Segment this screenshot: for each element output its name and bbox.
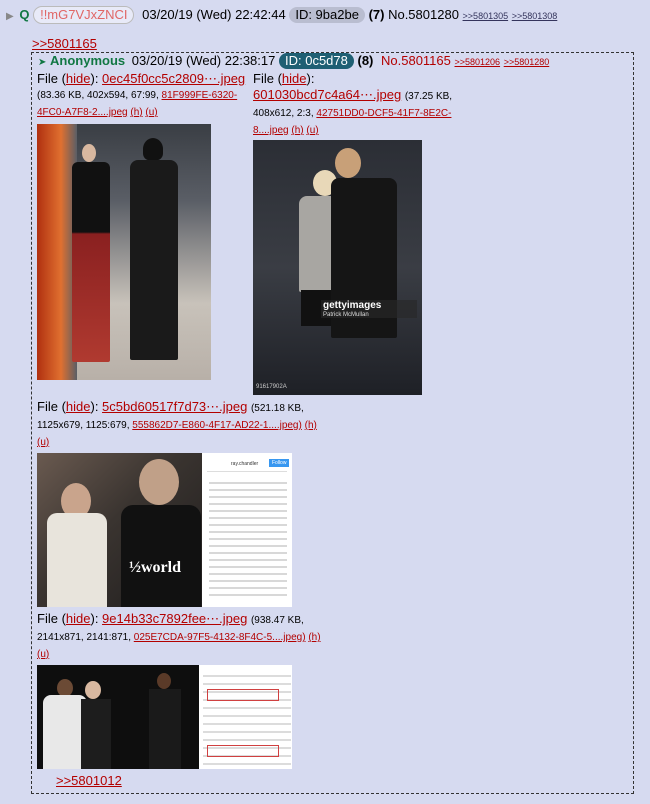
thumbnail-image-2[interactable]: gettyimages Patrick McMullan 91617902A	[253, 140, 422, 395]
embedded-post-count: (8)	[357, 53, 374, 68]
tripcode: !!mG7VJxZNCI	[33, 6, 135, 24]
image-code: 91617902A	[256, 384, 287, 390]
poster-id[interactable]: ID: 9ba2be	[289, 7, 365, 23]
hash-link[interactable]: (h)	[308, 632, 320, 643]
upload-link[interactable]: (u)	[37, 649, 49, 660]
file-label: File	[37, 611, 58, 626]
upload-link[interactable]: (u)	[37, 437, 49, 448]
shirt-text: ½world	[129, 559, 181, 576]
instagram-username: ray.chandler	[231, 461, 259, 467]
file-size: (37.25 KB,	[404, 91, 453, 102]
file-meta: 1125x679, 1125:679,	[37, 420, 130, 431]
upload-link[interactable]: (u)	[145, 107, 157, 118]
thumbnail-image-3[interactable]: ½world ray.chandler Follow	[37, 453, 292, 607]
file-label: File	[37, 399, 58, 414]
hash-link[interactable]: (h)	[291, 125, 303, 136]
embedded-poster-name: Anonymous	[50, 53, 126, 68]
post-count: (7)	[368, 7, 385, 22]
file-meta: (83.36 KB, 402x594, 67:99,	[37, 90, 159, 101]
embedded-post-number[interactable]: No.5801165	[381, 53, 451, 68]
file-label: File	[253, 71, 274, 86]
hash-link[interactable]: (h)	[130, 107, 142, 118]
upload-link[interactable]: (u)	[306, 125, 318, 136]
quoted-post-box: ➤ Anonymous 03/20/19 (Wed) 22:38:17 ID: …	[31, 52, 634, 794]
file-size: (521.18 KB,	[250, 403, 304, 414]
original-filename-link[interactable]: 555862D7-E860-4F17-AD22-1....jpeg)	[132, 420, 302, 431]
original-filename-link[interactable]: 4FC0-A7F8-2....jpeg	[37, 107, 128, 118]
thumbnail-image-1[interactable]	[37, 124, 211, 380]
file-info-2: File (hide): 601030bcd7c4a64⋯.jpeg (37.2…	[253, 71, 453, 136]
getty-watermark: gettyimages	[323, 300, 382, 311]
poster-name: Q	[19, 7, 30, 22]
file-name-link[interactable]: 601030bcd7c4a64⋯.jpeg	[253, 87, 401, 102]
reply-link[interactable]: >>5801308	[512, 11, 558, 21]
file-meta: 2141x871, 2141:871,	[37, 632, 131, 643]
embedded-datetime: 03/20/19 (Wed) 22:38:17	[131, 53, 276, 68]
embedded-post-header: ➤ Anonymous 03/20/19 (Wed) 22:38:17 ID: …	[38, 53, 549, 69]
embedded-marker-icon: ➤	[38, 57, 47, 68]
file-info-3: File (hide): 5c5bd60517f7d73⋯.jpeg (521.…	[37, 399, 317, 448]
hide-link[interactable]: hide	[282, 71, 307, 86]
quote-link[interactable]: >>5801165	[32, 36, 97, 51]
embedded-poster-id[interactable]: ID: 0c5d78	[278, 53, 354, 69]
file-name-link[interactable]: 9e14b33c7892fee⋯.jpeg	[102, 611, 247, 626]
file-name-link[interactable]: 0ec45f0cc5c2809⋯.jpeg	[102, 71, 245, 86]
hide-link[interactable]: hide	[66, 399, 91, 414]
file-name-link[interactable]: 5c5bd60517f7d73⋯.jpeg	[102, 399, 247, 414]
backlink[interactable]: >>5801012	[56, 773, 122, 788]
post-header: ▶ Q !!mG7VJxZNCI 03/20/19 (Wed) 22:42:44…	[6, 6, 557, 24]
original-filename-link[interactable]: 025E7CDA-97F5-4132-8F4C-5....jpeg)	[134, 632, 306, 643]
post-datetime: 03/20/19 (Wed) 22:42:44	[142, 7, 286, 22]
original-filename-link[interactable]: 81F999FE-6320-	[162, 90, 238, 101]
file-info-1: File (hide): 0ec45f0cc5c2809⋯.jpeg (83.3…	[37, 71, 246, 118]
collapse-arrow-icon[interactable]: ▶	[6, 11, 14, 22]
post-number[interactable]: No.5801280	[388, 7, 459, 22]
file-info-4: File (hide): 9e14b33c7892fee⋯.jpeg (938.…	[37, 611, 321, 660]
follow-button: Follow	[269, 459, 290, 467]
reply-link[interactable]: >>5801305	[463, 11, 509, 21]
file-meta: 408x612, 2:3,	[253, 108, 314, 119]
hide-link[interactable]: hide	[66, 71, 91, 86]
getty-watermark-credit: Patrick McMullan	[323, 312, 369, 318]
embedded-reply-link[interactable]: >>5801280	[504, 57, 550, 67]
file-size: (938.47 KB,	[250, 615, 304, 626]
hash-link[interactable]: (h)	[305, 420, 317, 431]
file-label: File	[37, 71, 58, 86]
original-filename-link[interactable]: 8....jpeg	[253, 125, 289, 136]
embedded-reply-link[interactable]: >>5801206	[455, 57, 501, 67]
hide-link[interactable]: hide	[66, 611, 91, 626]
original-filename-link[interactable]: 42751DD0-DCF5-41F7-8E2C-	[316, 108, 451, 119]
thumbnail-image-4[interactable]	[37, 665, 292, 769]
